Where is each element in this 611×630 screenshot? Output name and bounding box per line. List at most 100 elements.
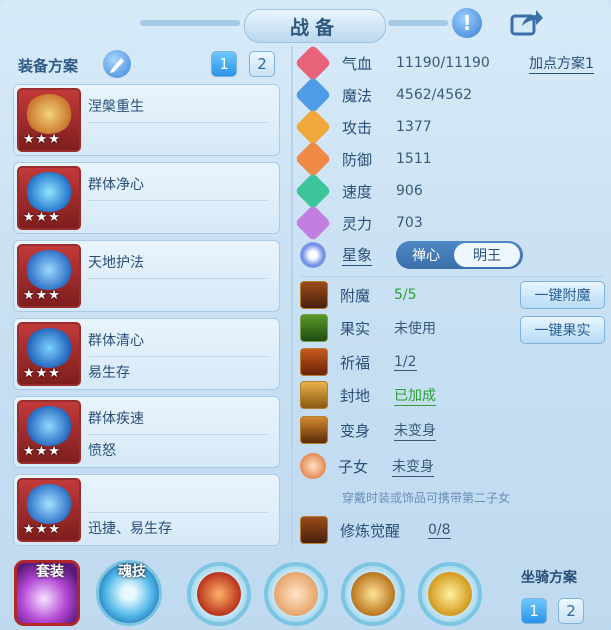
- child-icon: [300, 453, 326, 479]
- lightning-icon: [294, 172, 332, 210]
- equip-card[interactable]: ★★★ 群体疾速 愤怒: [13, 396, 280, 468]
- equip-card[interactable]: ★★★ 天地护法: [13, 240, 280, 312]
- stat-value: 1511: [396, 151, 432, 167]
- equip-name: 群体净心: [88, 177, 144, 193]
- stat-row-spirit: 灵力 703: [294, 204, 423, 242]
- cultivation-icon: [300, 516, 328, 544]
- stat-row-defense: 防御 1511: [294, 140, 432, 178]
- one-click-fruit-button[interactable]: 一键果实: [520, 316, 605, 344]
- blessing-value[interactable]: 1/2: [394, 354, 417, 371]
- stat-label: 魔法: [342, 86, 373, 105]
- spirit-mask-icon: [25, 172, 73, 212]
- blessing-label: 祈福: [340, 353, 371, 372]
- cultivation-value[interactable]: 0/8: [428, 522, 451, 539]
- shield-icon: [294, 140, 332, 178]
- fief-value[interactable]: 已加成: [394, 385, 436, 406]
- stat-label: 防御: [342, 150, 373, 169]
- cultivation-row: 修炼觉醒 0/8: [300, 516, 451, 544]
- blessing-icon: [300, 348, 328, 376]
- star-sign-option-mingwang[interactable]: 明王: [454, 243, 520, 267]
- equip-name: 天地护法: [88, 255, 144, 271]
- share-icon[interactable]: [510, 8, 543, 38]
- star-rating: ★★★: [23, 444, 61, 459]
- equip-icon: ★★★: [17, 400, 81, 464]
- mount-slot-2[interactable]: [264, 562, 328, 626]
- warrior-icon: [351, 572, 395, 616]
- help-icon[interactable]: !: [452, 8, 482, 38]
- mount-scheme-tab-1[interactable]: 1: [521, 598, 547, 624]
- equip-sub-effect: 易生存: [88, 365, 130, 381]
- blessing-row: 祈福 1/2: [300, 348, 417, 376]
- title-ornament-right: [388, 20, 448, 26]
- sword-icon: [294, 108, 332, 146]
- equip-card[interactable]: ★★★ 迅捷、易生存: [13, 474, 280, 546]
- fief-icon: [300, 381, 328, 409]
- star-rating: ★★★: [23, 366, 61, 381]
- transform-label: 变身: [340, 421, 371, 440]
- mount-scheme-tab-2[interactable]: 2: [558, 598, 584, 624]
- fruit-value: 未使用: [394, 321, 436, 337]
- child-note: 穿戴时装或饰品可携带第二子女: [342, 491, 511, 505]
- equip-scheme-tab-1[interactable]: 1: [211, 51, 237, 77]
- equip-card[interactable]: ★★★ 群体清心 易生存: [13, 318, 280, 390]
- equip-icon: ★★★: [17, 322, 81, 386]
- equip-name: 群体疾速: [88, 411, 144, 427]
- edit-pen-icon[interactable]: [103, 50, 131, 78]
- fruit-icon: [300, 314, 328, 342]
- stat-value: 703: [396, 215, 423, 231]
- equip-scheme-label: 装备方案: [18, 57, 79, 75]
- heart-icon: [294, 44, 332, 82]
- mount-slot-1[interactable]: [187, 562, 251, 626]
- equip-scheme-tab-2[interactable]: 2: [249, 51, 275, 77]
- child-value[interactable]: 未变身: [392, 456, 434, 477]
- stat-value: 11190/11190: [396, 55, 490, 71]
- star-rating: ★★★: [23, 132, 61, 147]
- golden-warrior-icon: [428, 572, 472, 616]
- soul-skill-button[interactable]: 魂技: [96, 560, 162, 626]
- transform-value[interactable]: 未变身: [394, 420, 436, 441]
- stat-row-hp: 气血 11190/11190: [294, 44, 490, 82]
- stat-label: 速度: [342, 182, 373, 201]
- equipment-panel: 战备 ! 装备方案 1 2 ★★★ 涅槃重生 ★★★ 群体净心 ★★★ 天地护法…: [0, 0, 611, 630]
- divider: [88, 278, 268, 279]
- equip-card[interactable]: ★★★ 群体净心: [13, 162, 280, 234]
- fief-row: 封地 已加成: [300, 381, 436, 409]
- star-sign-label[interactable]: 星象: [342, 244, 373, 266]
- star-rating: ★★★: [23, 210, 61, 225]
- equip-icon: ★★★: [17, 244, 81, 308]
- spirit-icon: [294, 204, 332, 242]
- mount-slot-3[interactable]: [341, 562, 405, 626]
- magic-icon: [294, 76, 332, 114]
- add-point-plan-link[interactable]: 加点方案1: [529, 53, 594, 74]
- equip-icon: ★★★: [17, 478, 81, 542]
- star-rating: ★★★: [23, 522, 61, 537]
- stat-label: 灵力: [342, 214, 373, 233]
- transform-icon: [300, 416, 328, 444]
- divider: [300, 276, 605, 277]
- crown-icon: [25, 406, 73, 446]
- stat-value: 4562/4562: [396, 87, 472, 103]
- transform-row: 变身 未变身: [300, 416, 436, 444]
- one-click-enchant-button[interactable]: 一键附魔: [520, 281, 605, 309]
- water-spirit-icon: [25, 328, 73, 368]
- equip-name: 群体清心: [88, 333, 144, 349]
- divider: [88, 356, 268, 357]
- enchant-label: 附魔: [340, 286, 371, 305]
- star-sign-option-chanxin[interactable]: 禅心: [396, 241, 456, 269]
- stat-value: 1377: [396, 119, 432, 135]
- suit-button[interactable]: 套装: [14, 560, 80, 626]
- equip-sub-effect: 迅捷、易生存: [88, 521, 172, 537]
- child-row: 子女 未变身: [300, 452, 434, 480]
- child-label: 子女: [338, 457, 369, 476]
- stat-row-speed: 速度 906: [294, 172, 423, 210]
- equip-name: 涅槃重生: [88, 99, 144, 115]
- star-rating: ★★★: [23, 288, 61, 303]
- title-ornament-left: [140, 20, 240, 26]
- mount-slot-4[interactable]: [418, 562, 482, 626]
- star-sign-toggle[interactable]: 禅心 明王: [396, 241, 523, 269]
- equip-card[interactable]: ★★★ 涅槃重生: [13, 84, 280, 156]
- title-bar: 战备 !: [0, 0, 611, 46]
- equip-sub-effect: 愤怒: [88, 443, 116, 459]
- enchant-icon: [300, 281, 328, 309]
- soul-skill-label: 魂技: [118, 564, 146, 580]
